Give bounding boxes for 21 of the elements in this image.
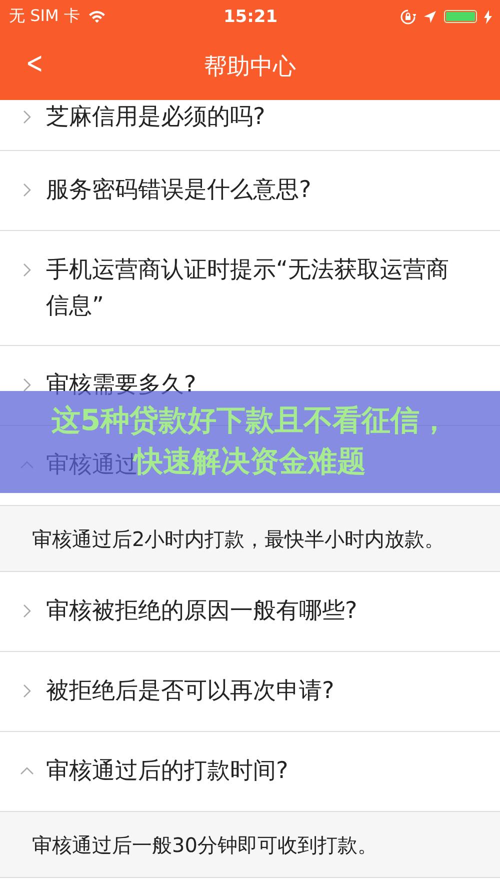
- faq-question-row[interactable]: 被拒绝后是否可以再次申请?: [0, 652, 500, 732]
- question-text: 审核通过后的打款时间?: [46, 757, 288, 786]
- answer-text: 审核通过后一般30分钟即可收到打款。: [32, 832, 378, 859]
- page-title: 帮助中心: [204, 53, 296, 82]
- answer-text: 审核通过后2小时内打款，最快半小时内放款。: [32, 526, 446, 553]
- rotation-lock-icon: [400, 8, 416, 24]
- location-arrow-icon: [423, 10, 437, 24]
- faq-question-row[interactable]: 芝麻信用是必须的吗?: [0, 100, 500, 151]
- faq-question-row[interactable]: 服务密码错误是什么意思?: [0, 151, 500, 231]
- question-text: 芝麻信用是必须的吗?: [46, 103, 266, 132]
- question-text: 审核被拒绝的原因一般有哪些?: [46, 597, 358, 626]
- clock-time: 15:21: [223, 6, 278, 26]
- wifi-icon: [88, 10, 106, 23]
- faq-question-row[interactable]: 审核被拒绝的原因一般有哪些?: [0, 572, 500, 652]
- battery-icon: [444, 10, 477, 23]
- question-text: 服务密码错误是什么意思?: [46, 176, 312, 205]
- faq-question-row[interactable]: 手机运营商认证时提示“无法获取运营商信息”: [0, 231, 500, 346]
- question-text: 被拒绝后是否可以再次申请?: [46, 677, 334, 706]
- question-text: 手机运营商认证时提示“无法获取运营商信息”: [46, 256, 450, 321]
- question-text: 审核需要多久?: [46, 371, 196, 400]
- carrier-label: 无 SIM 卡: [9, 6, 80, 27]
